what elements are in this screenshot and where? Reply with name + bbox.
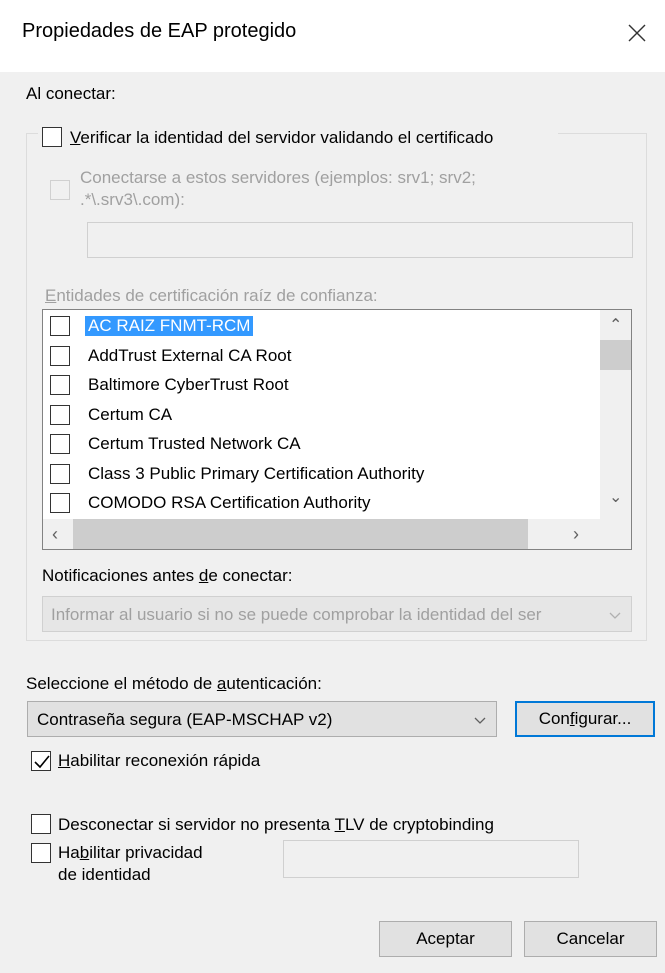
connect-servers-input[interactable] [87,222,633,258]
list-item[interactable]: AC RAIZ FNMT-RCM [49,312,594,341]
list-item[interactable]: Certum Trusted Network CA [49,430,594,459]
disconnect-tlv-label: Desconectar si servidor no presenta TLV … [58,815,494,834]
cancel-button[interactable]: Cancelar [524,921,657,957]
window-title: Propiedades de EAP protegido [22,20,297,42]
list-item-checkbox[interactable] [50,463,70,484]
vertical-scrollbar[interactable]: ⌃ ⌄ [600,310,631,519]
identity-privacy-label-line1: Habilitar privacidad [58,843,203,862]
list-item[interactable]: Certum CA [49,401,594,430]
verify-server-checkbox[interactable] [42,127,62,147]
checkmark-icon [34,755,50,769]
close-icon [628,24,646,42]
vertical-scroll-thumb[interactable] [600,340,631,370]
chevron-down-icon [474,717,486,724]
list-item-checkbox[interactable] [50,434,70,454]
auth-method-label: Seleccione el método de autenticación: [26,674,322,693]
list-item-label: Class 3 Public Primary Certification Aut… [88,463,425,483]
ok-button[interactable]: Aceptar [379,921,512,957]
list-item[interactable]: AddTrust External CA Root [49,342,594,371]
auth-method-value: Contraseña segura (EAP-MSCHAP v2) [37,710,333,729]
list-item-label: Baltimore CyberTrust Root [88,375,289,394]
fast-reconnect-checkbox[interactable] [31,751,51,771]
identity-privacy-input[interactable] [283,840,579,878]
list-item-label: COMODO RSA Certification Authority [88,493,371,512]
list-item-label: Certum Trusted Network CA [88,434,301,453]
notifications-label: Notificaciones antes de conectar: [42,566,293,585]
configure-button[interactable]: Configurar... [515,701,655,737]
list-item-label: AddTrust External CA Root [88,345,292,365]
auth-method-dropdown[interactable]: Contraseña segura (EAP-MSCHAP v2) [27,701,497,737]
list-item[interactable]: Class 3 Public Primary Certification Aut… [49,460,594,489]
scroll-right-icon[interactable]: › [573,525,579,543]
connect-servers-checkbox[interactable] [50,180,70,200]
connect-servers-label-line1: Conectarse a estos servidores (ejemplos:… [80,168,476,186]
root-ca-list[interactable]: AC RAIZ FNMT-RCM AddTrust External CA Roo… [42,309,632,550]
identity-privacy-label-line2: de identidad [58,865,151,884]
notifications-dropdown[interactable]: Informar al usuario si no se puede compr… [42,596,632,632]
scroll-left-icon[interactable]: ‹ [52,525,58,543]
disconnect-tlv-checkbox[interactable] [31,814,51,834]
notifications-value: Informar al usuario si no se puede compr… [51,605,542,624]
connect-heading: Al conectar: [26,84,116,103]
horizontal-scroll-thumb[interactable] [73,519,528,549]
chevron-down-icon [609,612,621,619]
list-item-checkbox[interactable] [50,345,70,366]
list-item-checkbox[interactable] [50,493,70,513]
verify-server-option[interactable]: Verificar la identidad del servidor vali… [38,124,558,150]
verify-server-label: Verificar la identidad del servidor vali… [70,128,494,147]
list-item-checkbox[interactable] [50,316,70,336]
scroll-down-icon[interactable]: ⌄ [609,490,622,506]
identity-privacy-checkbox[interactable] [31,843,51,863]
connect-servers-label-line2: .*\.srv3\.com): [80,190,185,209]
list-item[interactable]: COMODO RSA Certification Authority [49,489,594,518]
connect-servers-label-clip: Conectarse a estos servidores (ejemplos:… [80,164,620,186]
root-ca-label: Entidades de certificación raíz de confi… [45,286,378,305]
list-item[interactable]: Baltimore CyberTrust Root [49,371,594,400]
list-item-label: AC RAIZ FNMT-RCM [85,316,254,336]
list-item-checkbox[interactable] [50,375,70,395]
list-item-label: Certum CA [88,404,173,424]
scroll-corner [600,519,631,549]
fast-reconnect-label: Habilitar reconexión rápida [58,751,261,770]
list-item-checkbox[interactable] [50,404,70,425]
horizontal-scrollbar[interactable]: ‹ › [43,519,600,549]
scroll-up-icon[interactable]: ⌃ [609,318,622,334]
close-button[interactable] [620,16,654,50]
